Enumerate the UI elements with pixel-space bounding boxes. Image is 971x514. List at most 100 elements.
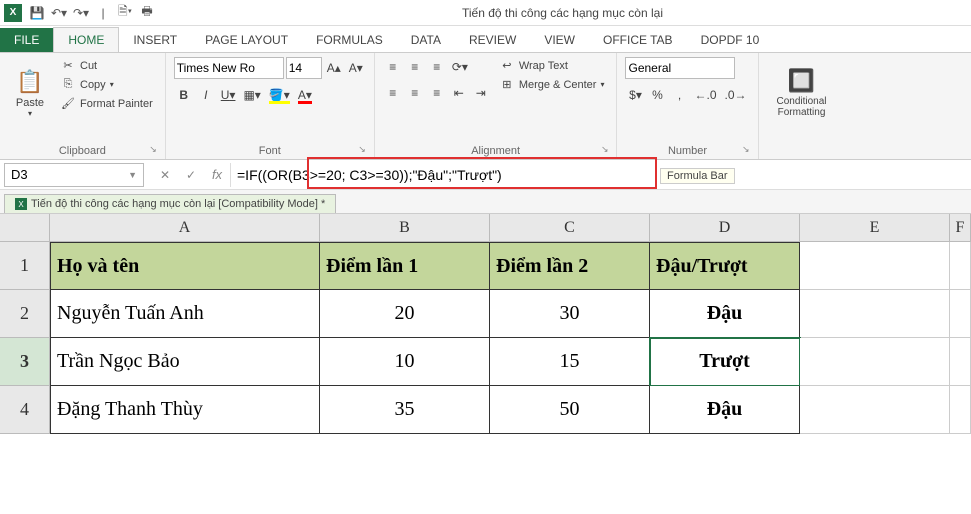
cell-a1[interactable]: Họ và tên bbox=[50, 242, 320, 290]
font-name-select[interactable] bbox=[174, 57, 284, 79]
cell-c2[interactable]: 30 bbox=[490, 290, 650, 338]
orientation-button[interactable]: ⟳▾ bbox=[449, 57, 471, 77]
shrink-font-button[interactable]: A▾ bbox=[346, 58, 366, 78]
cell-e4[interactable] bbox=[800, 386, 950, 434]
cell-a3[interactable]: Trần Ngọc Bảo bbox=[50, 338, 320, 386]
align-center-button[interactable]: ≡ bbox=[405, 83, 425, 103]
cell-e3[interactable] bbox=[800, 338, 950, 386]
fill-color-button[interactable]: 🪣▾ bbox=[266, 85, 293, 105]
align-bottom-button[interactable]: ≡ bbox=[427, 57, 447, 77]
col-header-e[interactable]: E bbox=[800, 214, 950, 242]
number-format-select[interactable] bbox=[625, 57, 735, 79]
number-launcher[interactable]: ↘ bbox=[742, 144, 750, 155]
merge-icon: ⊞ bbox=[499, 78, 515, 91]
cell-f2[interactable] bbox=[950, 290, 971, 338]
italic-button[interactable]: I bbox=[196, 85, 216, 105]
tab-pagelayout[interactable]: PAGE LAYOUT bbox=[191, 28, 302, 52]
copy-button[interactable]: ⎘Copy ▾ bbox=[56, 76, 157, 93]
wrap-text-button[interactable]: ↩Wrap Text bbox=[495, 57, 609, 74]
align-right-button[interactable]: ≡ bbox=[427, 83, 447, 103]
row-header-2[interactable]: 2 bbox=[0, 290, 50, 338]
document-tab[interactable]: X Tiến độ thi công các hạng mục còn lại … bbox=[4, 194, 336, 213]
cell-d3[interactable]: Trượt bbox=[650, 338, 800, 386]
cell-b1[interactable]: Điểm lần 1 bbox=[320, 242, 490, 290]
qat-undo[interactable]: ↶▾ bbox=[48, 2, 70, 24]
row-header-4[interactable]: 4 bbox=[0, 386, 50, 434]
cell-d4[interactable]: Đậu bbox=[650, 386, 800, 434]
cell-d1[interactable]: Đậu/Trượt bbox=[650, 242, 800, 290]
cell-f4[interactable] bbox=[950, 386, 971, 434]
excel-doc-icon: X bbox=[15, 198, 27, 210]
cell-f3[interactable] bbox=[950, 338, 971, 386]
insert-function-button[interactable]: fx bbox=[204, 163, 230, 187]
select-all-corner[interactable] bbox=[0, 214, 50, 242]
cell-b3[interactable]: 10 bbox=[320, 338, 490, 386]
tab-formulas[interactable]: FORMULAS bbox=[302, 28, 397, 52]
brush-icon: 🖌 bbox=[60, 97, 76, 110]
ribbon-tabs: FILE HOME INSERT PAGE LAYOUT FORMULAS DA… bbox=[0, 26, 971, 52]
tab-view[interactable]: VIEW bbox=[530, 28, 589, 52]
col-header-d[interactable]: D bbox=[650, 214, 800, 242]
tab-data[interactable]: DATA bbox=[397, 28, 455, 52]
border-button[interactable]: ▦▾ bbox=[240, 85, 263, 105]
font-color-button[interactable]: A▾ bbox=[295, 85, 315, 105]
tab-dopdf[interactable]: doPDF 10 bbox=[687, 28, 774, 52]
cell-c4[interactable]: 50 bbox=[490, 386, 650, 434]
col-header-b[interactable]: B bbox=[320, 214, 490, 242]
bold-button[interactable]: B bbox=[174, 85, 194, 105]
align-left-button[interactable]: ≡ bbox=[383, 83, 403, 103]
cell-b2[interactable]: 20 bbox=[320, 290, 490, 338]
qat-save[interactable]: 💾 bbox=[26, 2, 48, 24]
align-middle-button[interactable]: ≡ bbox=[405, 57, 425, 77]
decrease-decimal-button[interactable]: .0→ bbox=[722, 85, 750, 105]
tab-file[interactable]: FILE bbox=[0, 28, 53, 52]
tab-insert[interactable]: INSERT bbox=[119, 28, 191, 52]
percent-button[interactable]: % bbox=[647, 85, 667, 105]
formula-input[interactable]: =IF((OR(B3>=20; C3>=30));"Đậu";"Trượt") bbox=[230, 163, 971, 187]
cell-c3[interactable]: 15 bbox=[490, 338, 650, 386]
cell-e1[interactable] bbox=[800, 242, 950, 290]
qat-print[interactable]: 🖶 bbox=[136, 2, 158, 24]
ribbon: 📋 Paste ▾ ✂Cut ⎘Copy ▾ 🖌Format Painter C… bbox=[0, 52, 971, 160]
currency-button[interactable]: $▾ bbox=[625, 85, 645, 105]
format-painter-button[interactable]: 🖌Format Painter bbox=[56, 95, 157, 112]
enter-formula-button[interactable]: ✓ bbox=[178, 163, 204, 187]
paste-button[interactable]: 📋 Paste ▾ bbox=[8, 57, 52, 129]
underline-button[interactable]: U▾ bbox=[218, 85, 239, 105]
row-header-3[interactable]: 3 bbox=[0, 338, 50, 386]
col-header-f[interactable]: F bbox=[950, 214, 971, 242]
tab-review[interactable]: REVIEW bbox=[455, 28, 530, 52]
name-box[interactable]: D3 ▼ bbox=[4, 163, 144, 187]
alignment-launcher[interactable]: ↘ bbox=[601, 144, 609, 155]
font-launcher[interactable]: ↘ bbox=[358, 144, 366, 155]
qat-redo[interactable]: ↷▾ bbox=[70, 2, 92, 24]
tab-home[interactable]: HOME bbox=[53, 27, 119, 52]
cell-e2[interactable] bbox=[800, 290, 950, 338]
grow-font-button[interactable]: A▴ bbox=[324, 58, 344, 78]
conditional-formatting-button[interactable]: 🔲 Conditional Formatting bbox=[767, 57, 837, 129]
comma-button[interactable]: , bbox=[669, 85, 689, 105]
clipboard-launcher[interactable]: ↘ bbox=[149, 144, 157, 155]
window-title: Tiến độ thi công các hạng mục còn lại bbox=[158, 6, 967, 20]
cut-button[interactable]: ✂Cut bbox=[56, 57, 157, 74]
qat-new[interactable]: 🗎▾ bbox=[114, 2, 136, 24]
document-tab-bar: X Tiến độ thi công các hạng mục còn lại … bbox=[0, 190, 971, 214]
align-top-button[interactable]: ≡ bbox=[383, 57, 403, 77]
cell-f1[interactable] bbox=[950, 242, 971, 290]
font-size-select[interactable] bbox=[286, 57, 322, 79]
col-header-a[interactable]: A bbox=[50, 214, 320, 242]
cell-b4[interactable]: 35 bbox=[320, 386, 490, 434]
indent-inc-button[interactable]: ⇥ bbox=[471, 83, 491, 103]
cell-c1[interactable]: Điểm lần 2 bbox=[490, 242, 650, 290]
cancel-formula-button[interactable]: ✕ bbox=[152, 163, 178, 187]
cell-d2[interactable]: Đậu bbox=[650, 290, 800, 338]
row-header-1[interactable]: 1 bbox=[0, 242, 50, 290]
merge-center-button[interactable]: ⊞Merge & Center ▾ bbox=[495, 76, 609, 93]
chevron-down-icon[interactable]: ▼ bbox=[128, 170, 137, 180]
tab-officetab[interactable]: OFFICE TAB bbox=[589, 28, 687, 52]
col-header-c[interactable]: C bbox=[490, 214, 650, 242]
increase-decimal-button[interactable]: ←.0 bbox=[691, 85, 719, 105]
indent-dec-button[interactable]: ⇤ bbox=[449, 83, 469, 103]
cell-a4[interactable]: Đặng Thanh Thùy bbox=[50, 386, 320, 434]
cell-a2[interactable]: Nguyễn Tuấn Anh bbox=[50, 290, 320, 338]
